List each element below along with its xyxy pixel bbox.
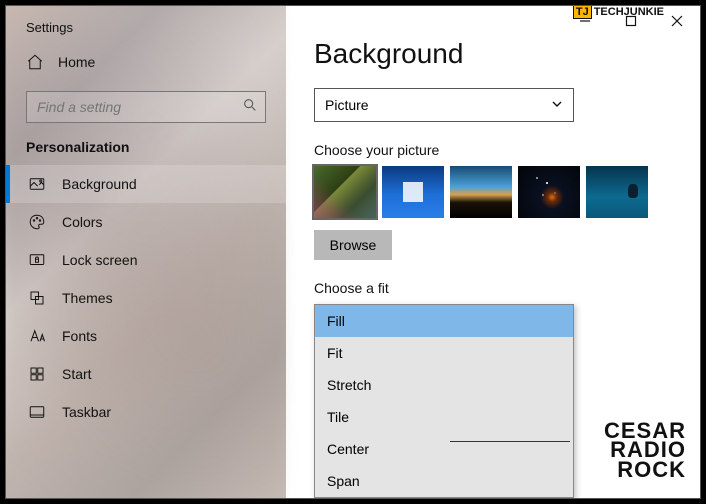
search-icon [241,97,259,118]
section-label: Personalization [6,137,286,165]
nav-taskbar[interactable]: Taskbar [6,393,286,431]
picture-thumb-4[interactable] [518,166,580,218]
maximize-button[interactable] [608,6,654,36]
nav-label: Taskbar [62,404,111,420]
nav-label: Background [62,176,137,192]
page-title: Background [314,38,676,70]
background-icon [28,175,46,193]
nav-fonts[interactable]: Fonts [6,317,286,355]
background-type-dropdown[interactable]: Picture [314,88,574,122]
search-input[interactable] [37,99,241,115]
fit-option-center[interactable]: Center [315,433,573,465]
picture-thumbnails [314,166,676,218]
fit-option-stretch[interactable]: Stretch [315,369,573,401]
nav-home[interactable]: Home [6,43,286,81]
dropdown-value: Picture [325,97,369,113]
fit-option-fill[interactable]: Fill [315,305,573,337]
decorative-line [450,441,570,442]
fit-option-fit[interactable]: Fit [315,337,573,369]
fit-dropdown-open[interactable]: Fill Fit Stretch Tile Center Span [314,304,574,498]
start-icon [28,365,46,383]
settings-window: Settings Home Personalization Background [5,5,701,499]
picture-thumb-2[interactable] [382,166,444,218]
nav-background[interactable]: Background [6,165,286,203]
nav-colors[interactable]: Colors [6,203,286,241]
nav-label: Lock screen [62,252,137,268]
fit-option-span[interactable]: Span [315,465,573,497]
nav-start[interactable]: Start [6,355,286,393]
lockscreen-icon [28,251,46,269]
picture-thumb-3[interactable] [450,166,512,218]
picture-thumb-5[interactable] [586,166,648,218]
browse-button[interactable]: Browse [314,230,392,260]
nav-lockscreen[interactable]: Lock screen [6,241,286,279]
picture-thumb-1[interactable] [314,166,376,218]
app-title: Settings [6,6,286,43]
chevron-down-icon [551,97,563,113]
fit-option-tile[interactable]: Tile [315,401,573,433]
sidebar: Settings Home Personalization Background [6,6,286,498]
watermark-cesar: CESAR RADIO ROCK [604,421,686,480]
nav-label: Start [62,366,92,382]
colors-icon [28,213,46,231]
close-button[interactable] [654,6,700,36]
minimize-button[interactable] [562,6,608,36]
home-icon [26,53,44,71]
content-area: TJTECHJUNKIE Background Picture Choose y… [286,6,700,498]
nav-themes[interactable]: Themes [6,279,286,317]
fonts-icon [28,327,46,345]
titlebar-controls [562,6,700,36]
themes-icon [28,289,46,307]
taskbar-icon [28,403,46,421]
home-label: Home [58,54,95,70]
search-box[interactable] [26,91,266,123]
nav-label: Fonts [62,328,97,344]
choose-picture-label: Choose your picture [314,142,676,158]
nav-label: Colors [62,214,102,230]
choose-fit-label: Choose a fit [314,280,676,296]
nav-label: Themes [62,290,113,306]
